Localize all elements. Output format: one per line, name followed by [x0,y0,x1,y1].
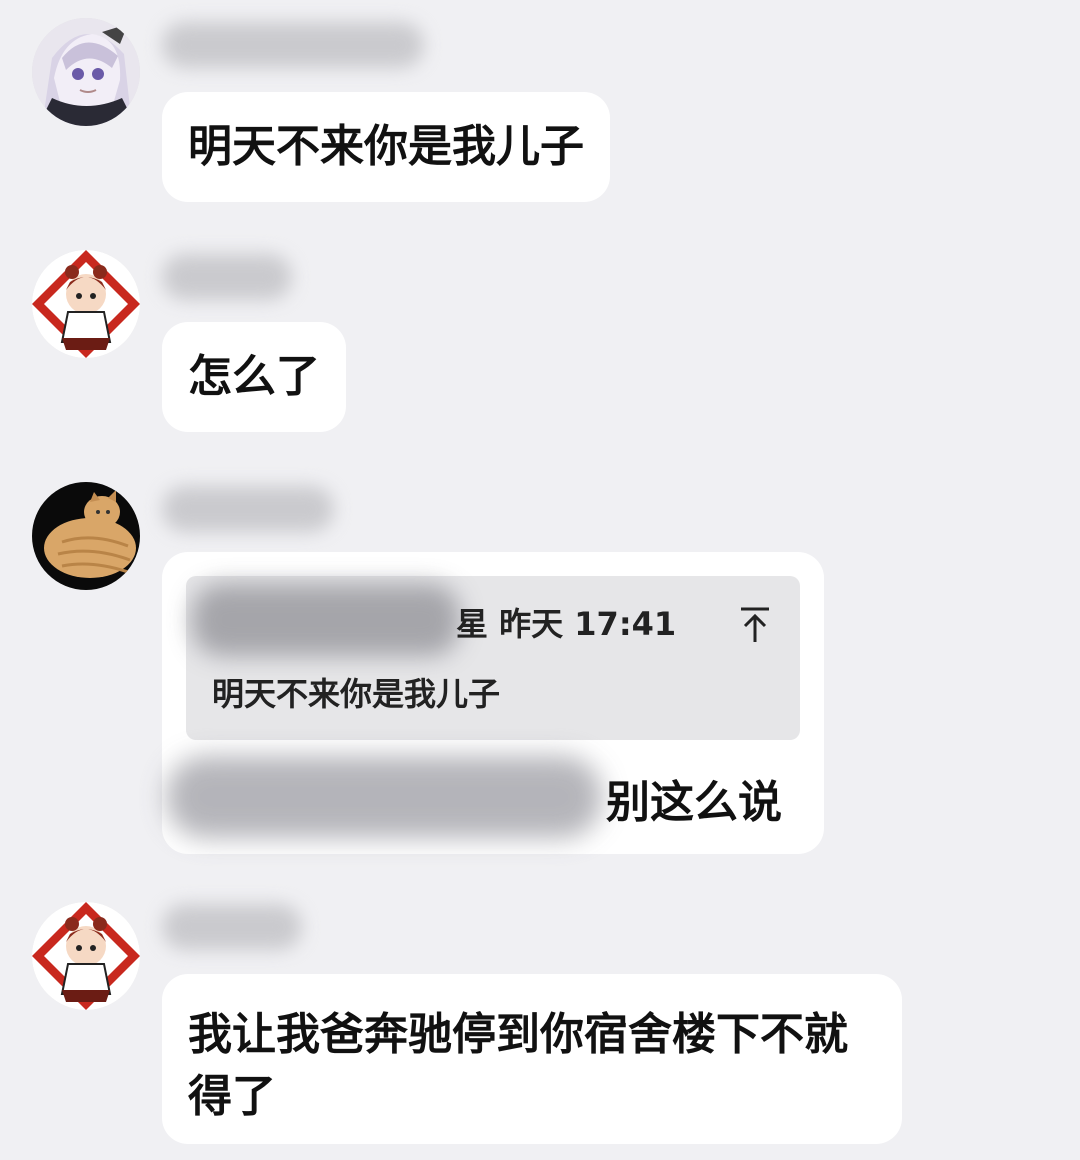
message-text: 明天不来你是我儿子 [188,121,584,172]
sender-name-blurred [162,22,424,68]
jump-to-original-icon[interactable] [738,606,772,644]
cartoon-girl-avatar-icon [32,250,140,358]
message-bubble[interactable]: 我让我爸奔驰停到你宿舍楼下不就得了 [162,974,902,1144]
orange-cat-avatar-icon [32,482,140,590]
cat-avatar[interactable] [32,482,140,590]
sender-name-blurred [162,254,292,300]
sticker-avatar[interactable] [32,250,140,358]
anime-avatar-icon [32,18,140,126]
sender-name-blurred [162,904,302,950]
quoted-message[interactable]: 星 昨天 17:41 明天不来你是我儿子 [186,576,800,740]
message-text: 我让我爸奔驰停到你宿舍楼下不就得了 [188,1009,848,1122]
cartoon-girl-avatar-icon [32,902,140,1010]
message-text: 别这么说 [606,777,782,828]
quoted-text: 明天不来你是我儿子 [212,675,501,713]
message-bubble[interactable]: 怎么了 [162,322,346,432]
quoted-sender-blurred [192,584,460,656]
sender-name-blurred [162,486,334,532]
message-text: 怎么了 [188,351,320,402]
reply-text-blurred [166,756,602,838]
message-bubble[interactable]: 星 昨天 17:41 明天不来你是我儿子 别这么说 [162,552,824,854]
anime-avatar[interactable] [32,18,140,126]
quoted-meta: 星 昨天 17:41 [456,605,677,643]
message-bubble[interactable]: 明天不来你是我儿子 [162,92,610,202]
sticker-avatar[interactable] [32,902,140,1010]
